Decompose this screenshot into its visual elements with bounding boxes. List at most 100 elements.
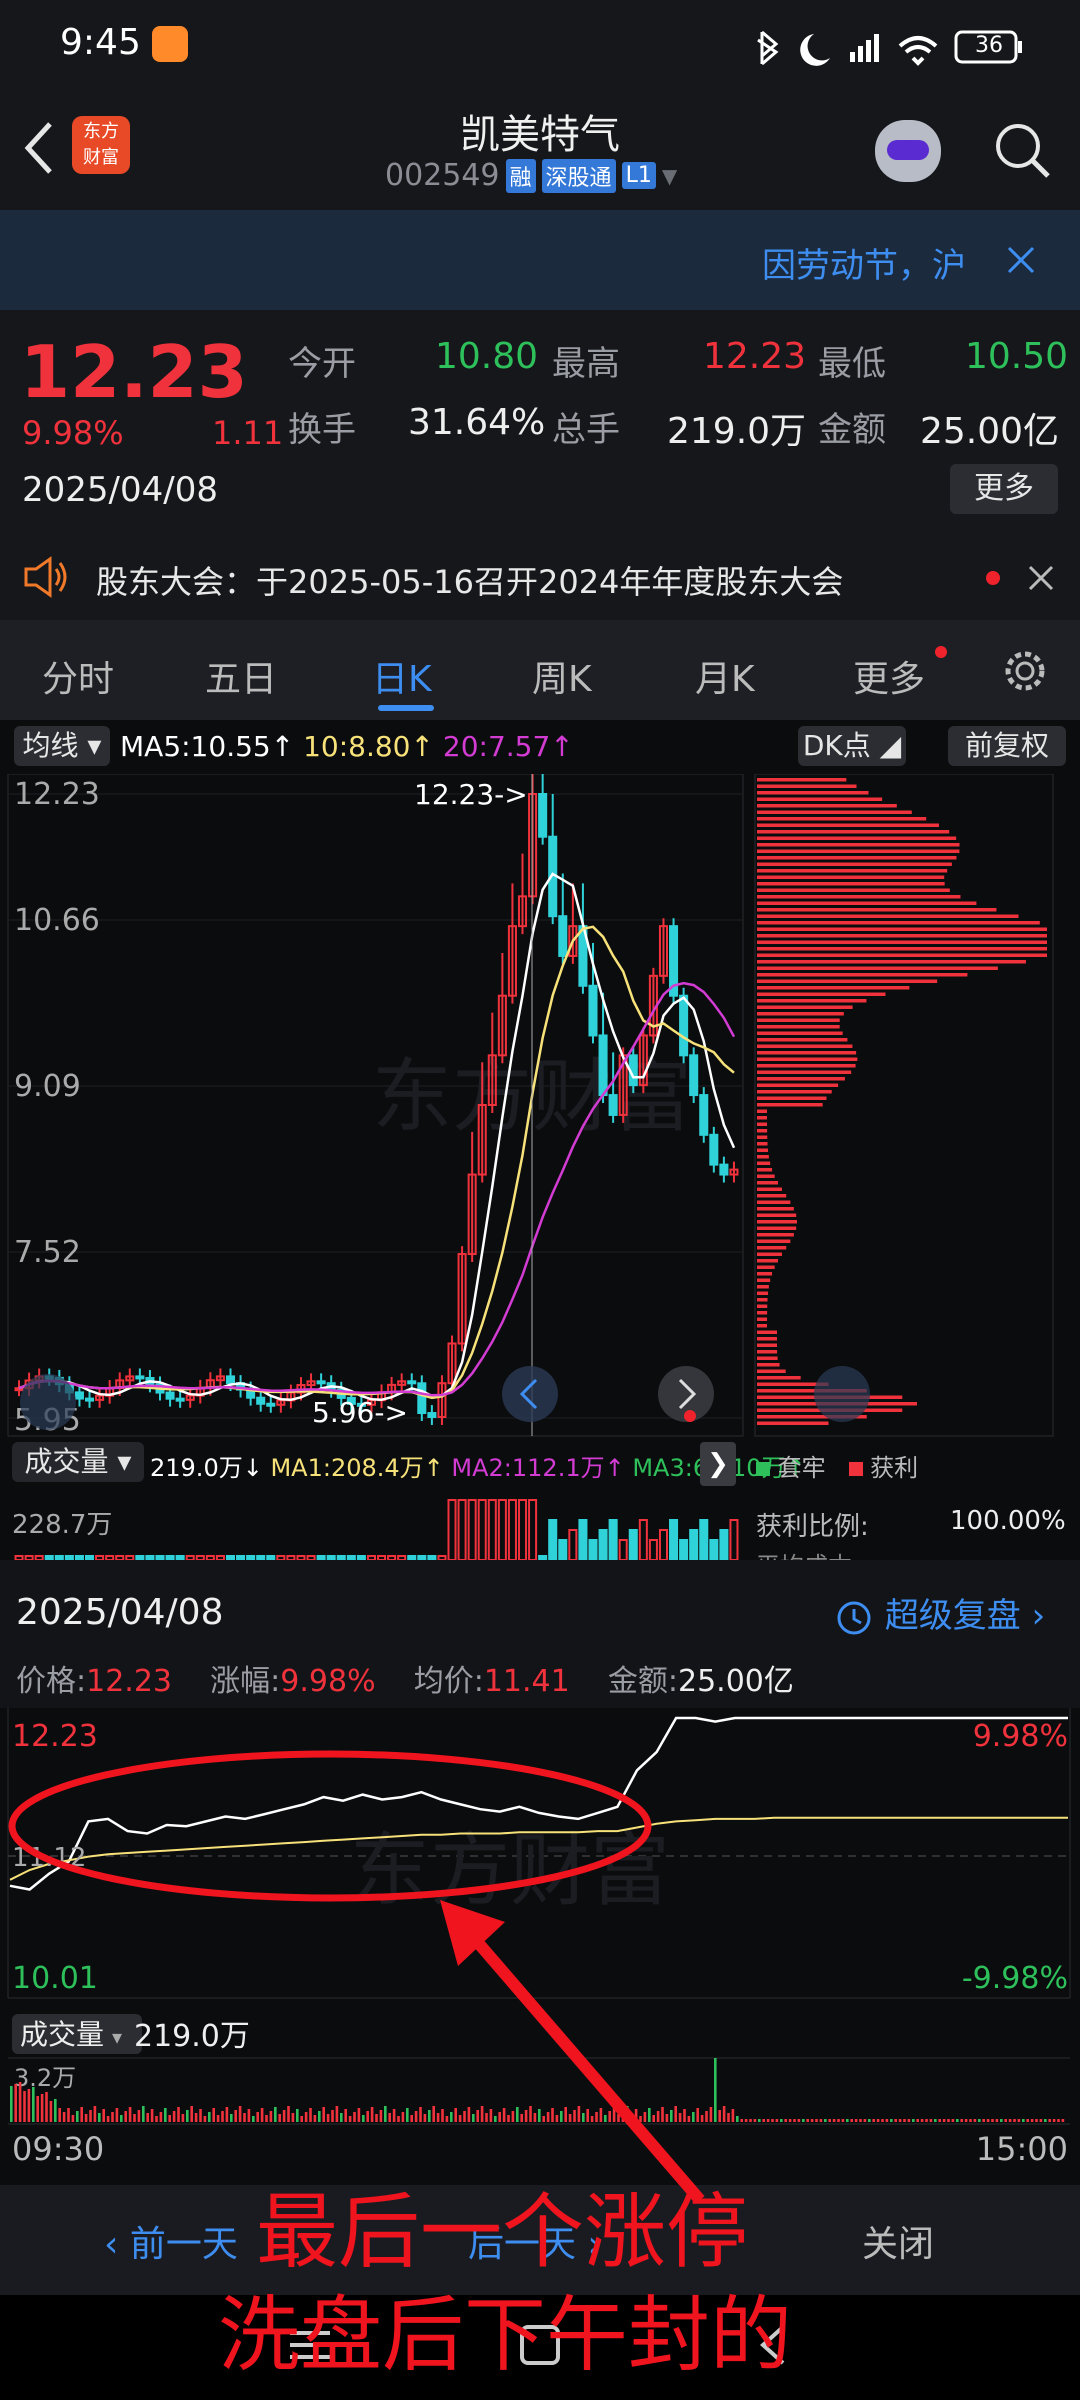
chip-bar [757, 1200, 791, 1204]
shareholder-notice[interactable]: 股东大会：于2025-05-16召开2024年年度股东大会 [0, 535, 1080, 620]
chip-bar [757, 882, 945, 886]
chip-bar [757, 1226, 797, 1230]
period-tabs: 分时 五日 日K 周K 月K 更多 [0, 620, 1080, 720]
chip-bar [757, 791, 869, 795]
adjust-button[interactable]: 前复权 [948, 726, 1066, 766]
search-icon[interactable] [990, 118, 1054, 182]
chip-bar [757, 1369, 786, 1373]
kline-volume-bars [14, 1499, 739, 1560]
robot-assistant-icon[interactable] [875, 120, 941, 182]
chip-bar [757, 875, 945, 879]
volume-bar [477, 1499, 487, 1560]
chip-legend: 套牢 获利 [756, 1448, 918, 1483]
tab-daily-k[interactable]: 日K [372, 650, 432, 702]
candle-body [74, 1391, 84, 1400]
kline-area: 均线 ▾ MA5:10.55↑ 10:8.80↑ 20:7.57↑ DK点 ◢ … [0, 720, 1080, 1560]
chip-bar [757, 1291, 769, 1295]
quote-date: 2025/04/08 [22, 470, 218, 510]
chip-bar [757, 1012, 844, 1016]
chip-bar [757, 1155, 769, 1159]
chevron-down-icon: ▼ [661, 163, 678, 188]
tab-active-indicator [378, 705, 434, 711]
holiday-banner[interactable]: 因劳动节，沪 [0, 210, 1080, 310]
chip-bar [757, 1233, 794, 1237]
volume-bar [447, 1499, 457, 1560]
chip-bar [757, 1103, 823, 1107]
candle-body [417, 1382, 427, 1415]
chip-distribution [757, 778, 1047, 1425]
vol-value: 219.0万 [150, 1454, 243, 1482]
low-value: 10.50 [965, 336, 1069, 377]
tab-weekly-k[interactable]: 周K [532, 650, 592, 702]
close-icon[interactable] [1005, 244, 1037, 276]
chip-bar [757, 817, 927, 821]
chip-profit-label: 获利比例: [756, 1512, 869, 1542]
chip-bar [757, 895, 961, 899]
candle-body [266, 1402, 276, 1407]
popup-date: 2025/04/08 [16, 1592, 224, 1633]
volume-selector[interactable]: 成交量 ▾ [12, 1442, 144, 1482]
chip-bar [757, 1324, 768, 1328]
chip-bar [757, 908, 997, 912]
candle-body [598, 1034, 608, 1097]
annotation-text-2: 洗盘后下午封的 [218, 2288, 793, 2383]
ma-selector[interactable]: 均线 ▾ [14, 726, 110, 766]
battery-level: 36 [975, 33, 1003, 58]
dk-point-button[interactable]: DK点 ◢ [798, 726, 906, 766]
stock-code-row[interactable]: 002549 融 深股通 L1 ▼ [385, 158, 677, 193]
volume-value: 219.0万 [667, 411, 807, 452]
popup-price: 12.23 [86, 1664, 172, 1699]
popup-pct: 9.98% [280, 1664, 376, 1699]
bluetooth-icon [757, 30, 779, 66]
chip-bar [757, 1051, 857, 1055]
min-annotation: 5.96-> [312, 1396, 408, 1429]
chip-bar [757, 940, 1047, 944]
chip-bar [757, 934, 1047, 938]
chip-bar [757, 1174, 775, 1178]
volume-bar [618, 1539, 628, 1560]
kline-svg[interactable]: 东方财富 12.23 10.66 9.09 7.52 5.95 12.23-> … [0, 774, 1080, 1560]
volume-bar [669, 1519, 679, 1560]
chip-bar [757, 1278, 771, 1282]
volume-bar [558, 1539, 568, 1560]
chip-bar [757, 1070, 852, 1074]
expand-right-icon[interactable]: ❯ [700, 1442, 736, 1486]
chip-bar [757, 784, 857, 788]
chip-bar [757, 1090, 832, 1094]
vol-ma1: MA1:208.4万 [270, 1454, 424, 1482]
chip-bar [757, 1343, 778, 1347]
notice-close-icon[interactable] [1026, 563, 1056, 593]
chip-bar [757, 1116, 768, 1120]
chip-bar [757, 1213, 797, 1217]
settings-gear-icon[interactable] [1000, 646, 1050, 696]
tab-intraday[interactable]: 分时 [42, 650, 114, 702]
volume-bar [729, 1519, 739, 1560]
tab-monthly-k[interactable]: 月K [695, 650, 755, 702]
chip-bar [757, 856, 957, 860]
chip-bar [757, 862, 952, 866]
candle-body [407, 1380, 417, 1385]
chip-bar [757, 1168, 773, 1172]
ma10-line [18, 925, 735, 1400]
volume-bar [548, 1519, 558, 1560]
popup-amount: 25.00亿 [678, 1664, 794, 1699]
tab-five-day[interactable]: 五日 [205, 650, 277, 702]
kline-prev-icon [502, 1366, 558, 1422]
candle-body [679, 994, 689, 1057]
tab-more[interactable]: 更多 [853, 650, 925, 702]
chip-bar [757, 1187, 782, 1191]
intraday-pct-max: 9.98% [973, 1719, 1068, 1754]
volume-bar [457, 1499, 467, 1560]
chip-bar [757, 960, 1026, 964]
status-time: 9:45 [60, 22, 141, 63]
volume-bar [568, 1529, 578, 1560]
chip-bar [757, 804, 897, 808]
chip-bar [757, 914, 1019, 918]
chip-bar [757, 1298, 768, 1302]
chip-bar [757, 1109, 768, 1113]
chip-bar [757, 830, 950, 834]
chip-bar [757, 979, 938, 983]
replay-button[interactable]: 超级复盘 › [834, 1588, 1045, 1638]
volume-bar [719, 1529, 729, 1560]
more-quote-button[interactable]: 更多 [950, 464, 1058, 514]
